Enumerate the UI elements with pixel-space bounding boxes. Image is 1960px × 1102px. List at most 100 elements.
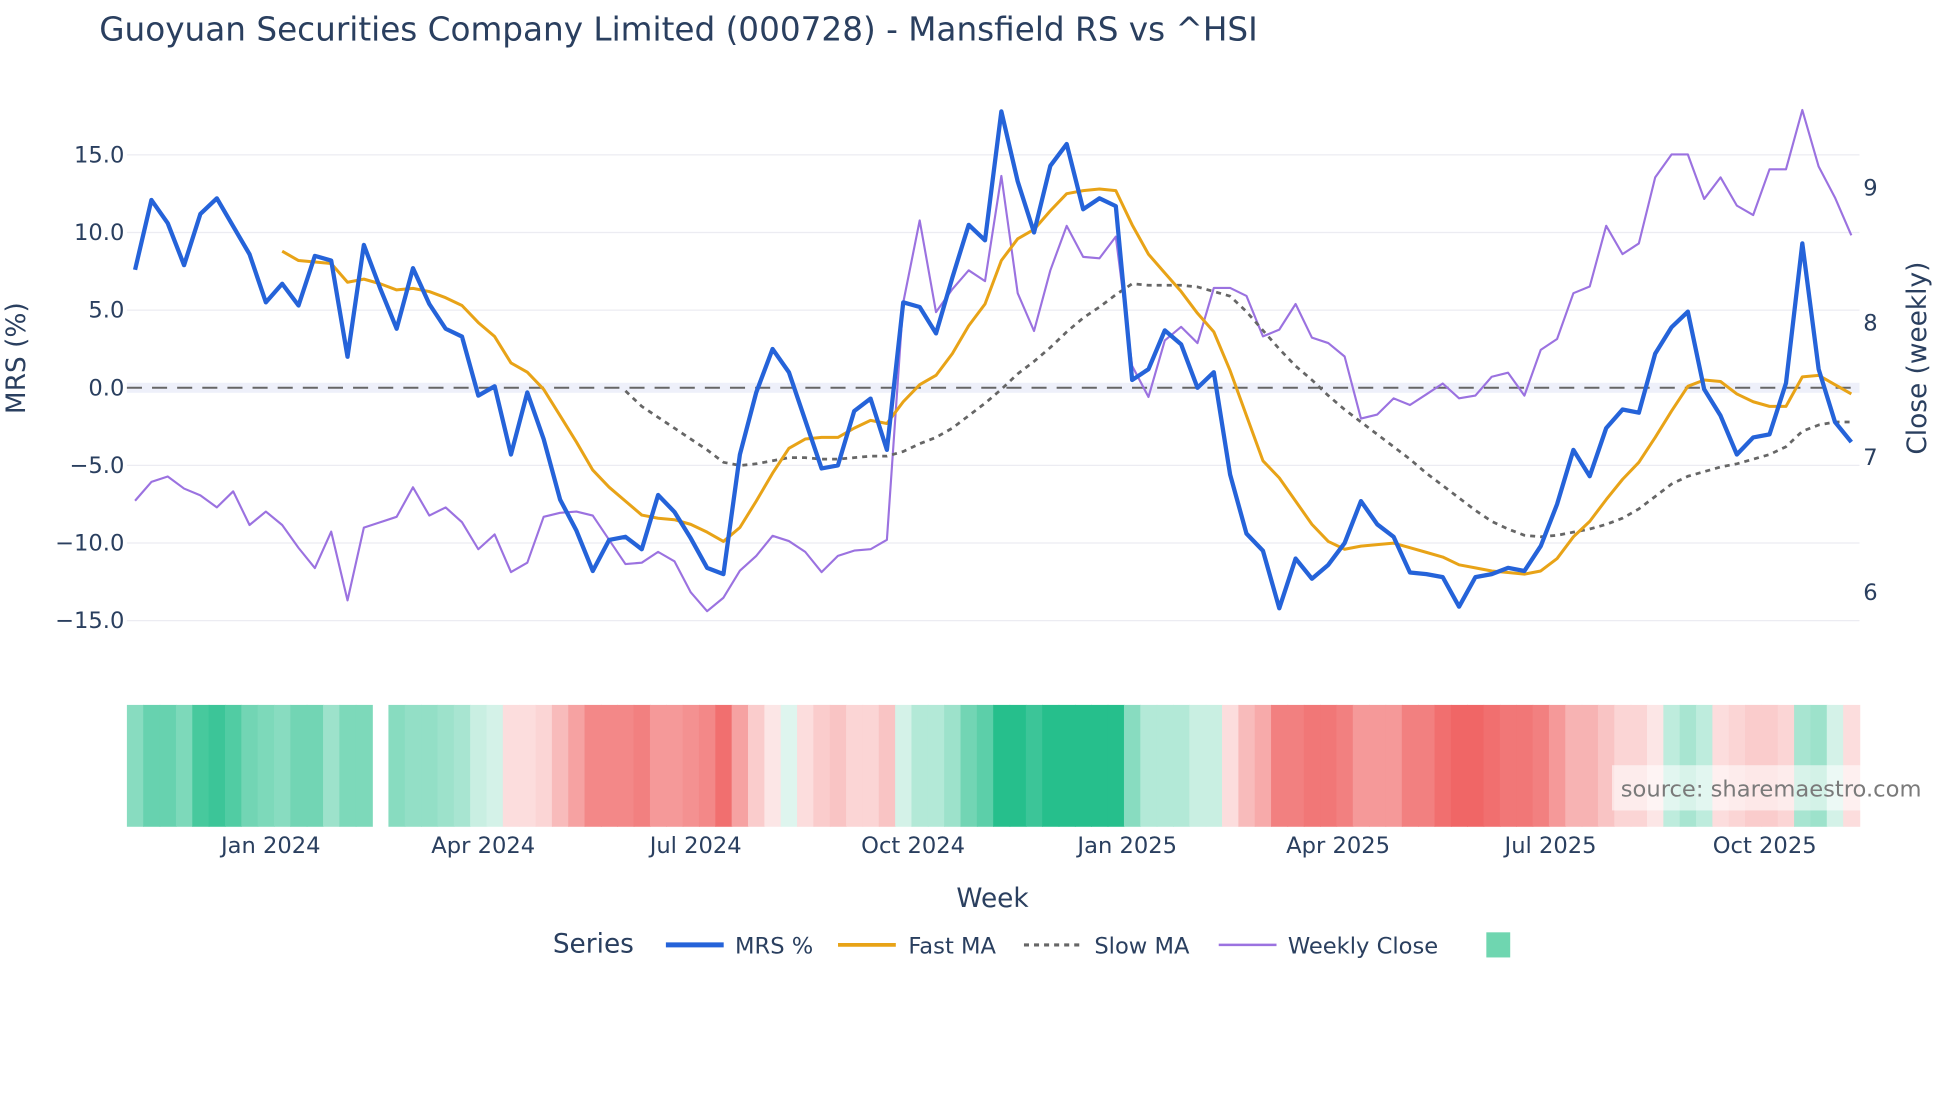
heatmap-cell bbox=[1352, 704, 1370, 827]
heatmap-cell bbox=[1254, 704, 1272, 827]
heatmap-cell bbox=[1418, 704, 1436, 827]
y-tick-label: 15.0 bbox=[74, 142, 124, 168]
regime-heatmap bbox=[126, 704, 1861, 827]
heatmap-cell bbox=[1123, 704, 1142, 827]
heatmap-cell bbox=[1189, 704, 1207, 827]
x-tick-label: Jul 2025 bbox=[1503, 833, 1597, 859]
legend-item-fast-ma[interactable]: Fast MA bbox=[838, 934, 997, 960]
y-tick-label: −15.0 bbox=[55, 608, 124, 634]
heatmap-cell bbox=[535, 704, 553, 827]
heatmap-cell bbox=[846, 704, 864, 827]
heatmap-cell bbox=[1548, 704, 1567, 827]
heatmap-cell bbox=[649, 704, 668, 827]
heatmap-cell bbox=[192, 704, 210, 827]
heatmap-cell bbox=[355, 704, 373, 827]
heatmap-cell bbox=[960, 704, 978, 827]
heatmap-cell bbox=[584, 704, 602, 827]
heatmap-cell bbox=[1499, 704, 1517, 827]
x-axis-ticks: Jan 2024 Apr 2024 Jul 2024 Oct 2024 Jan 2025… bbox=[219, 833, 1817, 859]
heatmap-cell bbox=[339, 704, 357, 827]
heatmap-cell bbox=[1058, 704, 1076, 827]
heatmap-cell bbox=[1172, 704, 1191, 827]
heatmap-cell bbox=[862, 704, 880, 827]
heatmap-cell bbox=[682, 704, 700, 827]
heatmap-cell bbox=[1385, 704, 1403, 827]
heatmap-cell bbox=[470, 704, 488, 827]
heatmap-cell bbox=[306, 704, 324, 827]
heatmap-cell bbox=[1287, 704, 1305, 827]
x-tick-label: Oct 2024 bbox=[861, 833, 965, 859]
heatmap-cell bbox=[1434, 704, 1452, 827]
legend-label-slow-ma: Slow MA bbox=[1094, 934, 1190, 960]
chart-title: Guoyuan Securities Company Limited (0007… bbox=[99, 10, 1258, 48]
legend: Series MRS % Fast MA Slow MA Weekly Clos… bbox=[553, 929, 1511, 960]
heatmap-cell bbox=[633, 704, 651, 827]
heatmap-cell bbox=[568, 704, 586, 827]
heatmap-cell bbox=[1565, 704, 1583, 827]
heatmap-cell bbox=[1450, 704, 1468, 827]
heatmap-cell bbox=[1581, 704, 1599, 827]
y-tick-label: 0.0 bbox=[88, 375, 124, 401]
heatmap-cell bbox=[241, 704, 259, 827]
heatmap-cell bbox=[486, 704, 504, 827]
heatmap-cell bbox=[715, 704, 733, 827]
heatmap-cell bbox=[1009, 704, 1027, 827]
heatmap-cell bbox=[453, 704, 471, 827]
y-axis-left-ticks: 15.0 10.0 5.0 0.0 −5.0 −10.0 −15.0 bbox=[55, 142, 124, 634]
heatmap-cell bbox=[878, 704, 896, 827]
x-tick-label: Jan 2024 bbox=[219, 833, 321, 859]
heatmap-cell bbox=[519, 704, 537, 827]
y-axis-left-title: MRS (%) bbox=[2, 302, 32, 414]
heatmap-cell bbox=[1320, 704, 1338, 827]
heatmap-cell bbox=[1516, 704, 1534, 827]
heatmap-cell bbox=[911, 704, 929, 827]
heatmap-cell bbox=[829, 704, 847, 827]
legend-item-mrs[interactable]: MRS % bbox=[665, 934, 813, 960]
legend-label-weekly-close: Weekly Close bbox=[1288, 934, 1438, 960]
legend-label-mrs: MRS % bbox=[735, 934, 813, 960]
legend-item-weekly-close[interactable]: Weekly Close bbox=[1218, 934, 1438, 960]
x-axis-title: Week bbox=[956, 884, 1029, 914]
heatmap-cell bbox=[551, 704, 569, 827]
heatmap-cell bbox=[780, 704, 798, 827]
heatmap-cell bbox=[993, 704, 1011, 827]
heatmap-cell bbox=[388, 704, 406, 827]
heatmap-cell bbox=[976, 704, 994, 827]
y2-tick-label: 6 bbox=[1863, 580, 1877, 606]
heatmap-cell bbox=[1107, 704, 1125, 827]
series-lines bbox=[132, 108, 1853, 613]
heatmap-cell bbox=[895, 704, 913, 827]
legend-label-fast-ma: Fast MA bbox=[908, 934, 996, 960]
heatmap-cell bbox=[126, 704, 144, 827]
heatmap-cell bbox=[143, 704, 161, 827]
y2-tick-label: 7 bbox=[1863, 445, 1877, 471]
y-tick-label: 5.0 bbox=[88, 298, 124, 324]
heatmap-cell bbox=[1483, 704, 1501, 827]
heatmap-cell bbox=[1091, 704, 1109, 827]
heatmap-cell bbox=[274, 704, 292, 827]
heatmap-cell bbox=[1532, 704, 1550, 827]
heatmap-cell bbox=[927, 704, 945, 827]
heatmap-cell bbox=[1156, 704, 1174, 827]
heatmap-cell bbox=[290, 704, 308, 827]
y-tick-label: −10.0 bbox=[55, 531, 124, 557]
heatmap-cell bbox=[944, 704, 962, 827]
heatmap-cell bbox=[159, 704, 177, 827]
heatmap-cell bbox=[698, 704, 717, 827]
heatmap-cell bbox=[175, 704, 194, 827]
legend-title: Series bbox=[553, 929, 634, 959]
heatmap-cell bbox=[764, 704, 782, 827]
heatmap-cell bbox=[257, 704, 275, 827]
heatmap-cell bbox=[1238, 704, 1256, 827]
y-axis-right-ticks: 9 8 7 6 bbox=[1863, 176, 1877, 606]
heatmap-cell bbox=[1222, 704, 1240, 827]
y-tick-label: −5.0 bbox=[69, 453, 124, 479]
heatmap-cell bbox=[224, 704, 243, 827]
heatmap-cell bbox=[1074, 704, 1093, 827]
legend-item-slow-ma[interactable]: Slow MA bbox=[1023, 934, 1190, 960]
y2-tick-label: 9 bbox=[1863, 176, 1877, 202]
heatmap-cell bbox=[1467, 704, 1485, 827]
heatmap-cell bbox=[1042, 704, 1060, 827]
series-line-mrs bbox=[132, 109, 1853, 611]
legend-swatch-heatmap[interactable] bbox=[1486, 932, 1511, 958]
